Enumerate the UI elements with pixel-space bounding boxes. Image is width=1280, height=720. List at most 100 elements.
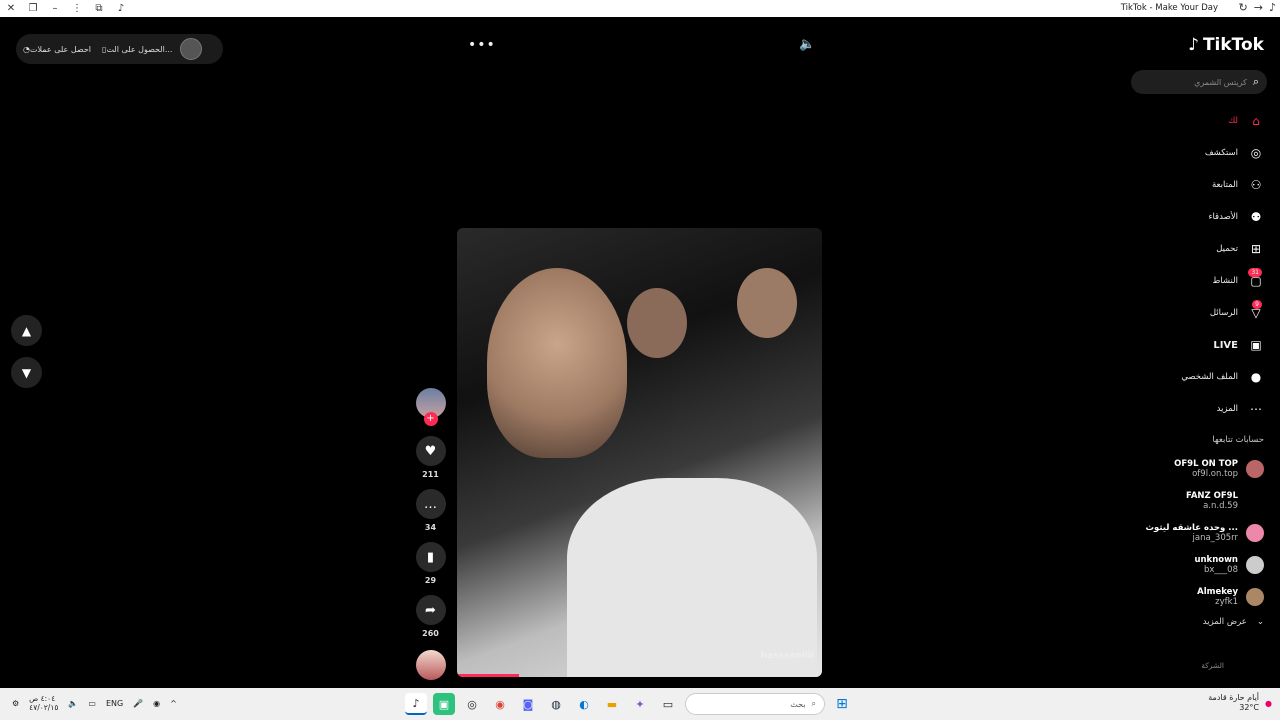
folder-icon[interactable]: ▬ (601, 693, 623, 715)
taskbar-search[interactable]: بحث ⌕ (685, 693, 825, 715)
sidebar-item-label: الرسائل (1209, 308, 1238, 318)
get-app-button[interactable]: ▯الحصول على الت... (99, 45, 172, 54)
sidebar-item-user-follow[interactable]: المتابعة ⚇ (1212, 169, 1264, 201)
close-icon[interactable]: ✕ (0, 3, 22, 14)
windows-start-icon[interactable]: ⊞ (831, 693, 853, 715)
account-name: unknown (1194, 555, 1238, 565)
account-name: وحده عاشقه ليثوث ... (1145, 523, 1238, 533)
network-icon[interactable]: ▭ (88, 699, 96, 708)
share-button[interactable]: ➦ (415, 595, 446, 625)
video-progress-bar[interactable] (457, 674, 520, 677)
save-button[interactable]: ▮ (415, 542, 446, 572)
sidebar-item-live[interactable]: LIVE ▣ (1213, 329, 1264, 361)
music-disc[interactable] (415, 650, 446, 680)
sidebar-item-more[interactable]: المزيد ⋯ (1217, 393, 1264, 425)
sidebar-item-friends[interactable]: الأصدقاء ⚉ (1208, 201, 1264, 233)
sidebar-item-label: النشاط (1212, 276, 1238, 286)
weather-icon: ● (1265, 698, 1272, 708)
extensions-icon[interactable]: ⧉ (88, 3, 110, 14)
user-follow-icon: ⚇ (1250, 178, 1262, 192)
share-icon: ➦ (425, 602, 436, 618)
tiktok-logo-icon[interactable]: ♪ (1269, 1, 1276, 14)
sidebar-item-label: الأصدقاء (1208, 212, 1238, 222)
list-item[interactable]: unknown bx___08 (1124, 549, 1264, 581)
live-icon: ▣ (1250, 338, 1262, 352)
window-title: TikTok - Make Your Day (1120, 3, 1218, 13)
user-avatar[interactable] (180, 38, 203, 60)
search-icon[interactable]: ⌕ (1253, 75, 1259, 89)
minimize-icon[interactable]: – (44, 3, 66, 14)
get-coins-button[interactable]: ◔احصل على عملات (20, 45, 91, 54)
profile-icon: ● (1250, 370, 1262, 384)
save-count: 29 (424, 576, 437, 585)
previous-video-button[interactable]: ▲ (11, 315, 42, 346)
video-figure (737, 268, 797, 338)
task-view-icon[interactable]: ▭ (657, 693, 679, 715)
tiktok-extension-icon[interactable]: ♪ (110, 3, 132, 14)
github-icon[interactable]: ◎ (461, 693, 483, 715)
chrome-icon[interactable]: ◉ (489, 693, 511, 715)
comment-button[interactable]: … (415, 489, 446, 519)
video-figure (627, 288, 687, 358)
following-accounts: حسابات تتابعها OF9L ON TOP of9l.on.top FAN… (1124, 435, 1264, 627)
forward-icon[interactable]: → (1254, 1, 1263, 14)
volume-icon[interactable]: 🔈 (799, 37, 815, 52)
company-link[interactable]: الشركة (1201, 661, 1224, 670)
coin-icon: ◔ (23, 44, 30, 54)
share-count: 260 (422, 629, 439, 638)
reload-icon[interactable]: ↻ (1239, 1, 1248, 14)
sidebar-item-activity[interactable]: النشاط ▢ 31 (1212, 265, 1264, 297)
language-indicator[interactable]: ENG (106, 699, 123, 708)
more-horizontal-icon[interactable]: ••• (468, 37, 496, 53)
activity-icon: ▢ 31 (1248, 268, 1262, 288)
avatar (1246, 588, 1264, 606)
app-icon[interactable]: ▣ (433, 693, 455, 715)
like-button[interactable]: ♥ (415, 436, 446, 466)
search-box[interactable]: كريتس الشمري ⌕ (1131, 70, 1267, 94)
edge-icon[interactable]: ◐ (573, 693, 595, 715)
list-item[interactable]: Almekey zyfk1 (1124, 581, 1264, 613)
browser-nav: ↻ → ♪ (1239, 1, 1276, 14)
sidebar-item-label: LIVE (1213, 339, 1238, 351)
account-handle: bx___08 (1204, 565, 1238, 575)
settings-icon[interactable]: ⚙ (12, 699, 19, 708)
clock[interactable]: ٤:٠٤ ص ٤٧/٠٢/١٥ (29, 694, 58, 712)
meet-icon[interactable]: ◉ (153, 699, 160, 708)
top-left-bar: ▯الحصول على الت... ◔احصل على عملات (16, 34, 223, 64)
video-watermark: hasssaniiii (760, 651, 814, 661)
list-item[interactable]: OF9L ON TOP of9l.on.top (1124, 453, 1264, 485)
sidebar-item-upload[interactable]: تحميل ⊞ (1216, 233, 1264, 265)
follow-plus-icon[interactable]: + (423, 412, 438, 426)
discord-icon[interactable]: ◙ (517, 693, 539, 715)
account-handle: of9l.on.top (1192, 469, 1238, 479)
sidebar-item-home[interactable]: لك ⌂ (1228, 105, 1264, 137)
tiktok-app-icon[interactable]: ♪ (405, 693, 427, 715)
sidebar-item-messages[interactable]: الرسائل ▽ 9 (1210, 297, 1264, 329)
weather-widget[interactable]: أيام حارة قادمة 32°C ● (1208, 693, 1272, 713)
creator-avatar[interactable]: + (415, 388, 446, 426)
see-more-button[interactable]: عرض المزيد ⌄ (1124, 617, 1264, 627)
account-text: Almekey zyfk1 (1197, 587, 1238, 607)
sidebar-item-compass[interactable]: استكشف ◎ (1205, 137, 1264, 169)
video-actions: + ♥ 211 … 34 ▮ 29 ➦ 260 (414, 388, 447, 680)
next-video-button[interactable]: ▼ (11, 357, 42, 388)
copilot-icon[interactable]: ✦ (629, 693, 651, 715)
list-item[interactable]: FANZ OF9L a.n.d.59 (1124, 485, 1264, 517)
more-icon: ⋯ (1250, 402, 1262, 416)
steam-icon[interactable]: ◍ (545, 693, 567, 715)
microphone-icon[interactable]: 🎤 (133, 699, 143, 708)
menu-kebab-icon[interactable]: ⋮ (66, 3, 88, 14)
following-header: حسابات تتابعها (1212, 435, 1264, 445)
chevron-up-icon[interactable]: ^ (170, 699, 177, 708)
video-figure (487, 268, 627, 458)
speaker-icon[interactable]: 🔈 (68, 699, 78, 708)
video-player[interactable]: hasssaniiii (457, 228, 822, 677)
account-name: Almekey (1197, 587, 1238, 597)
list-item[interactable]: وحده عاشقه ليثوث ... jana_305rr (1124, 517, 1264, 549)
sidebar-menu: لك ⌂ استكشف ◎ المتابعة ⚇ الأصدقاء ⚉ تحميل ⊞ النشاط… (1181, 105, 1264, 425)
sidebar-item-profile[interactable]: الملف الشخصي ● (1181, 361, 1264, 393)
sidebar: ♪ TikTok كريتس الشمري ⌕ لك ⌂ استكشف ◎ المتاب… (1130, 17, 1280, 688)
restore-icon[interactable]: ❐ (22, 3, 44, 14)
tiktok-logo[interactable]: ♪ TikTok (1188, 35, 1264, 55)
search-input[interactable]: كريتس الشمري (1194, 78, 1247, 87)
